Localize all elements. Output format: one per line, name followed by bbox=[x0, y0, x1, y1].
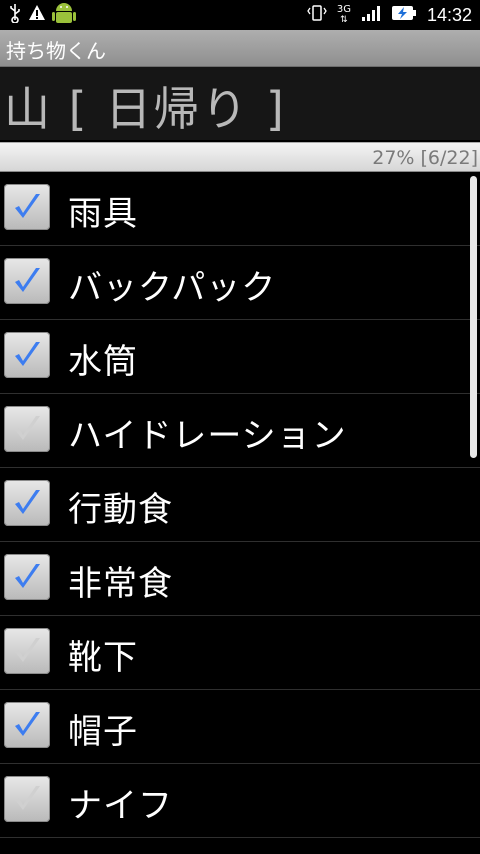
checkmark-icon bbox=[15, 712, 40, 736]
item-label: 行動食 bbox=[68, 490, 173, 530]
checkmark-icon bbox=[15, 416, 40, 440]
clock: 14:32 bbox=[426, 4, 472, 25]
list-item[interactable]: ハイドレーション bbox=[0, 394, 480, 468]
notification-icons bbox=[8, 3, 76, 27]
checkmark-icon bbox=[15, 786, 40, 810]
progress-text: 27% [6/22] bbox=[372, 147, 478, 169]
item-label: 帽子 bbox=[68, 712, 138, 752]
status-bar: 3G ⇅ 14:32 bbox=[0, 0, 480, 30]
checkmark-icon bbox=[15, 194, 40, 218]
list-item[interactable]: 非常食 bbox=[0, 542, 480, 616]
item-label: 非常食 bbox=[68, 564, 173, 604]
progress-bar: 27% [6/22] bbox=[0, 142, 480, 172]
checkbox-unchecked[interactable] bbox=[4, 628, 50, 674]
android-icon bbox=[52, 0, 76, 30]
scrollbar[interactable] bbox=[470, 176, 477, 458]
list-item[interactable]: 行動食 bbox=[0, 468, 480, 542]
list-item[interactable]: 帽子 bbox=[0, 690, 480, 764]
checkbox-unchecked[interactable] bbox=[4, 406, 50, 452]
signal-icon bbox=[361, 4, 381, 26]
checkmark-icon bbox=[15, 564, 40, 588]
item-label: ナイフ bbox=[68, 786, 173, 826]
checklist[interactable]: 雨具バックパック 水筒ハイドレーション 行動食非常食靴下帽子ナイフ bbox=[0, 172, 480, 854]
list-title: 山 [ 日帰り ] bbox=[4, 82, 286, 136]
list-item[interactable]: ナイフ bbox=[0, 764, 480, 838]
network-3g-icon: 3G ⇅ bbox=[336, 4, 351, 26]
item-label: 靴下 bbox=[68, 638, 138, 678]
app-title: 持ち物くん bbox=[6, 39, 106, 63]
checkmark-icon bbox=[15, 490, 40, 514]
battery-charging-icon bbox=[391, 5, 417, 25]
list-header[interactable]: 山 [ 日帰り ] bbox=[0, 67, 480, 140]
item-label: バックパック bbox=[68, 268, 277, 308]
network-type-text: 3G bbox=[336, 4, 351, 15]
list-item[interactable]: 雨具 bbox=[0, 172, 480, 246]
checkbox-checked[interactable] bbox=[4, 332, 50, 378]
vibrate-icon bbox=[307, 3, 327, 27]
checkbox-unchecked[interactable] bbox=[4, 776, 50, 822]
checkbox-checked[interactable] bbox=[4, 702, 50, 748]
checkbox-checked[interactable] bbox=[4, 184, 50, 230]
checkbox-checked[interactable] bbox=[4, 480, 50, 526]
list-item[interactable]: 靴下 bbox=[0, 616, 480, 690]
usb-icon bbox=[8, 3, 22, 27]
item-label: 雨具 bbox=[68, 194, 138, 234]
item-label: 水筒 bbox=[68, 342, 138, 382]
checkmark-icon bbox=[15, 638, 40, 662]
list-item[interactable]: 水筒 bbox=[0, 320, 480, 394]
list-item[interactable]: バックパック bbox=[0, 246, 480, 320]
item-label: ハイドレーション bbox=[68, 416, 347, 456]
checkmark-icon bbox=[15, 342, 40, 366]
checkbox-checked[interactable] bbox=[4, 258, 50, 304]
checkbox-checked[interactable] bbox=[4, 554, 50, 600]
warning-icon bbox=[28, 4, 46, 26]
system-icons: 3G ⇅ 14:32 bbox=[307, 4, 472, 26]
checkmark-icon bbox=[15, 268, 40, 292]
app-title-bar: 持ち物くん bbox=[0, 30, 480, 67]
